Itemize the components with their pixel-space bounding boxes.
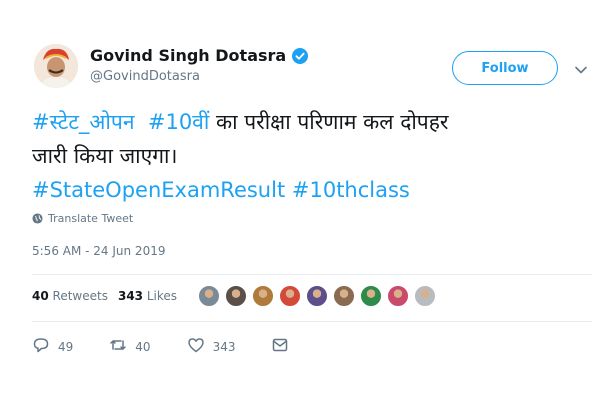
liker-avatar[interactable] xyxy=(414,285,436,307)
liker-avatars xyxy=(198,285,436,307)
retweet-count: 40 xyxy=(135,339,151,354)
liker-avatar[interactable] xyxy=(306,285,328,307)
like-button[interactable]: 343 xyxy=(187,336,236,357)
translate-tweet-link[interactable]: Translate Tweet xyxy=(32,212,133,225)
tweet-timestamp[interactable]: 5:56 AM - 24 Jun 2019 xyxy=(32,244,165,258)
liker-avatar[interactable] xyxy=(333,285,355,307)
retweet-button[interactable]: 40 xyxy=(109,336,151,357)
liker-avatar[interactable] xyxy=(252,285,274,307)
likes-count: 343 xyxy=(117,289,144,303)
follow-button[interactable]: Follow xyxy=(452,51,558,85)
tweet-text-part-1: का परीक्षा परिणाम कल दोपहर xyxy=(215,110,449,134)
hashtag-state-open[interactable]: #स्टेट_ओपन xyxy=(32,110,135,134)
tweet-text-line-2: जारी किया जाएगा। xyxy=(32,144,178,168)
retweets-count: 40 xyxy=(32,289,49,303)
author-name[interactable]: Govind Singh Dotasra xyxy=(90,46,286,65)
author-block: Govind Singh Dotasra @GovindDotasra xyxy=(90,46,309,84)
retweets-stat[interactable]: 40 Retweets xyxy=(32,289,108,303)
hashtag-10thclass[interactable]: #10thclass xyxy=(292,178,410,202)
liker-avatar[interactable] xyxy=(225,285,247,307)
divider-bottom xyxy=(32,321,592,322)
heart-icon xyxy=(187,336,205,357)
chevron-down-icon[interactable] xyxy=(574,62,588,76)
tweet-text-line-1: #स्टेट_ओपन #10वीं का परीक्षा परिणाम कल द… xyxy=(32,105,592,139)
like-count: 343 xyxy=(212,339,236,354)
divider-top xyxy=(32,274,592,275)
likes-label: Likes xyxy=(146,289,178,303)
tweet-actions: 49 40 343 xyxy=(32,336,325,357)
globe-icon xyxy=(32,213,43,224)
author-handle[interactable]: @GovindDotasra xyxy=(90,69,308,84)
direct-message-button[interactable] xyxy=(271,336,289,357)
liker-avatar[interactable] xyxy=(360,285,382,307)
liker-avatar[interactable] xyxy=(279,285,301,307)
reply-count: 49 xyxy=(58,339,74,354)
direct-message-icon xyxy=(271,336,289,357)
hashtag-10th-hindi[interactable]: #10वीं xyxy=(148,110,209,134)
tweet-text: #स्टेट_ओपन #10वीं का परीक्षा परिणाम कल द… xyxy=(32,105,592,207)
engagement-stats: 40 Retweets 343 Likes xyxy=(32,289,177,303)
retweet-icon xyxy=(109,336,127,357)
liker-avatar[interactable] xyxy=(387,285,409,307)
retweets-label: Retweets xyxy=(52,289,108,303)
translate-tweet-label: Translate Tweet xyxy=(48,212,134,225)
tweet-text-line-3: #StateOpenExamResult #10thclass xyxy=(32,173,592,207)
verified-badge-icon xyxy=(292,47,309,64)
reply-button[interactable]: 49 xyxy=(32,336,73,357)
reply-icon xyxy=(32,336,50,357)
author-avatar[interactable] xyxy=(34,44,78,88)
hashtag-state-open-exam-result[interactable]: #StateOpenExamResult xyxy=(32,178,285,202)
liker-avatar[interactable] xyxy=(198,285,220,307)
likes-stat[interactable]: 343 Likes xyxy=(118,289,177,303)
